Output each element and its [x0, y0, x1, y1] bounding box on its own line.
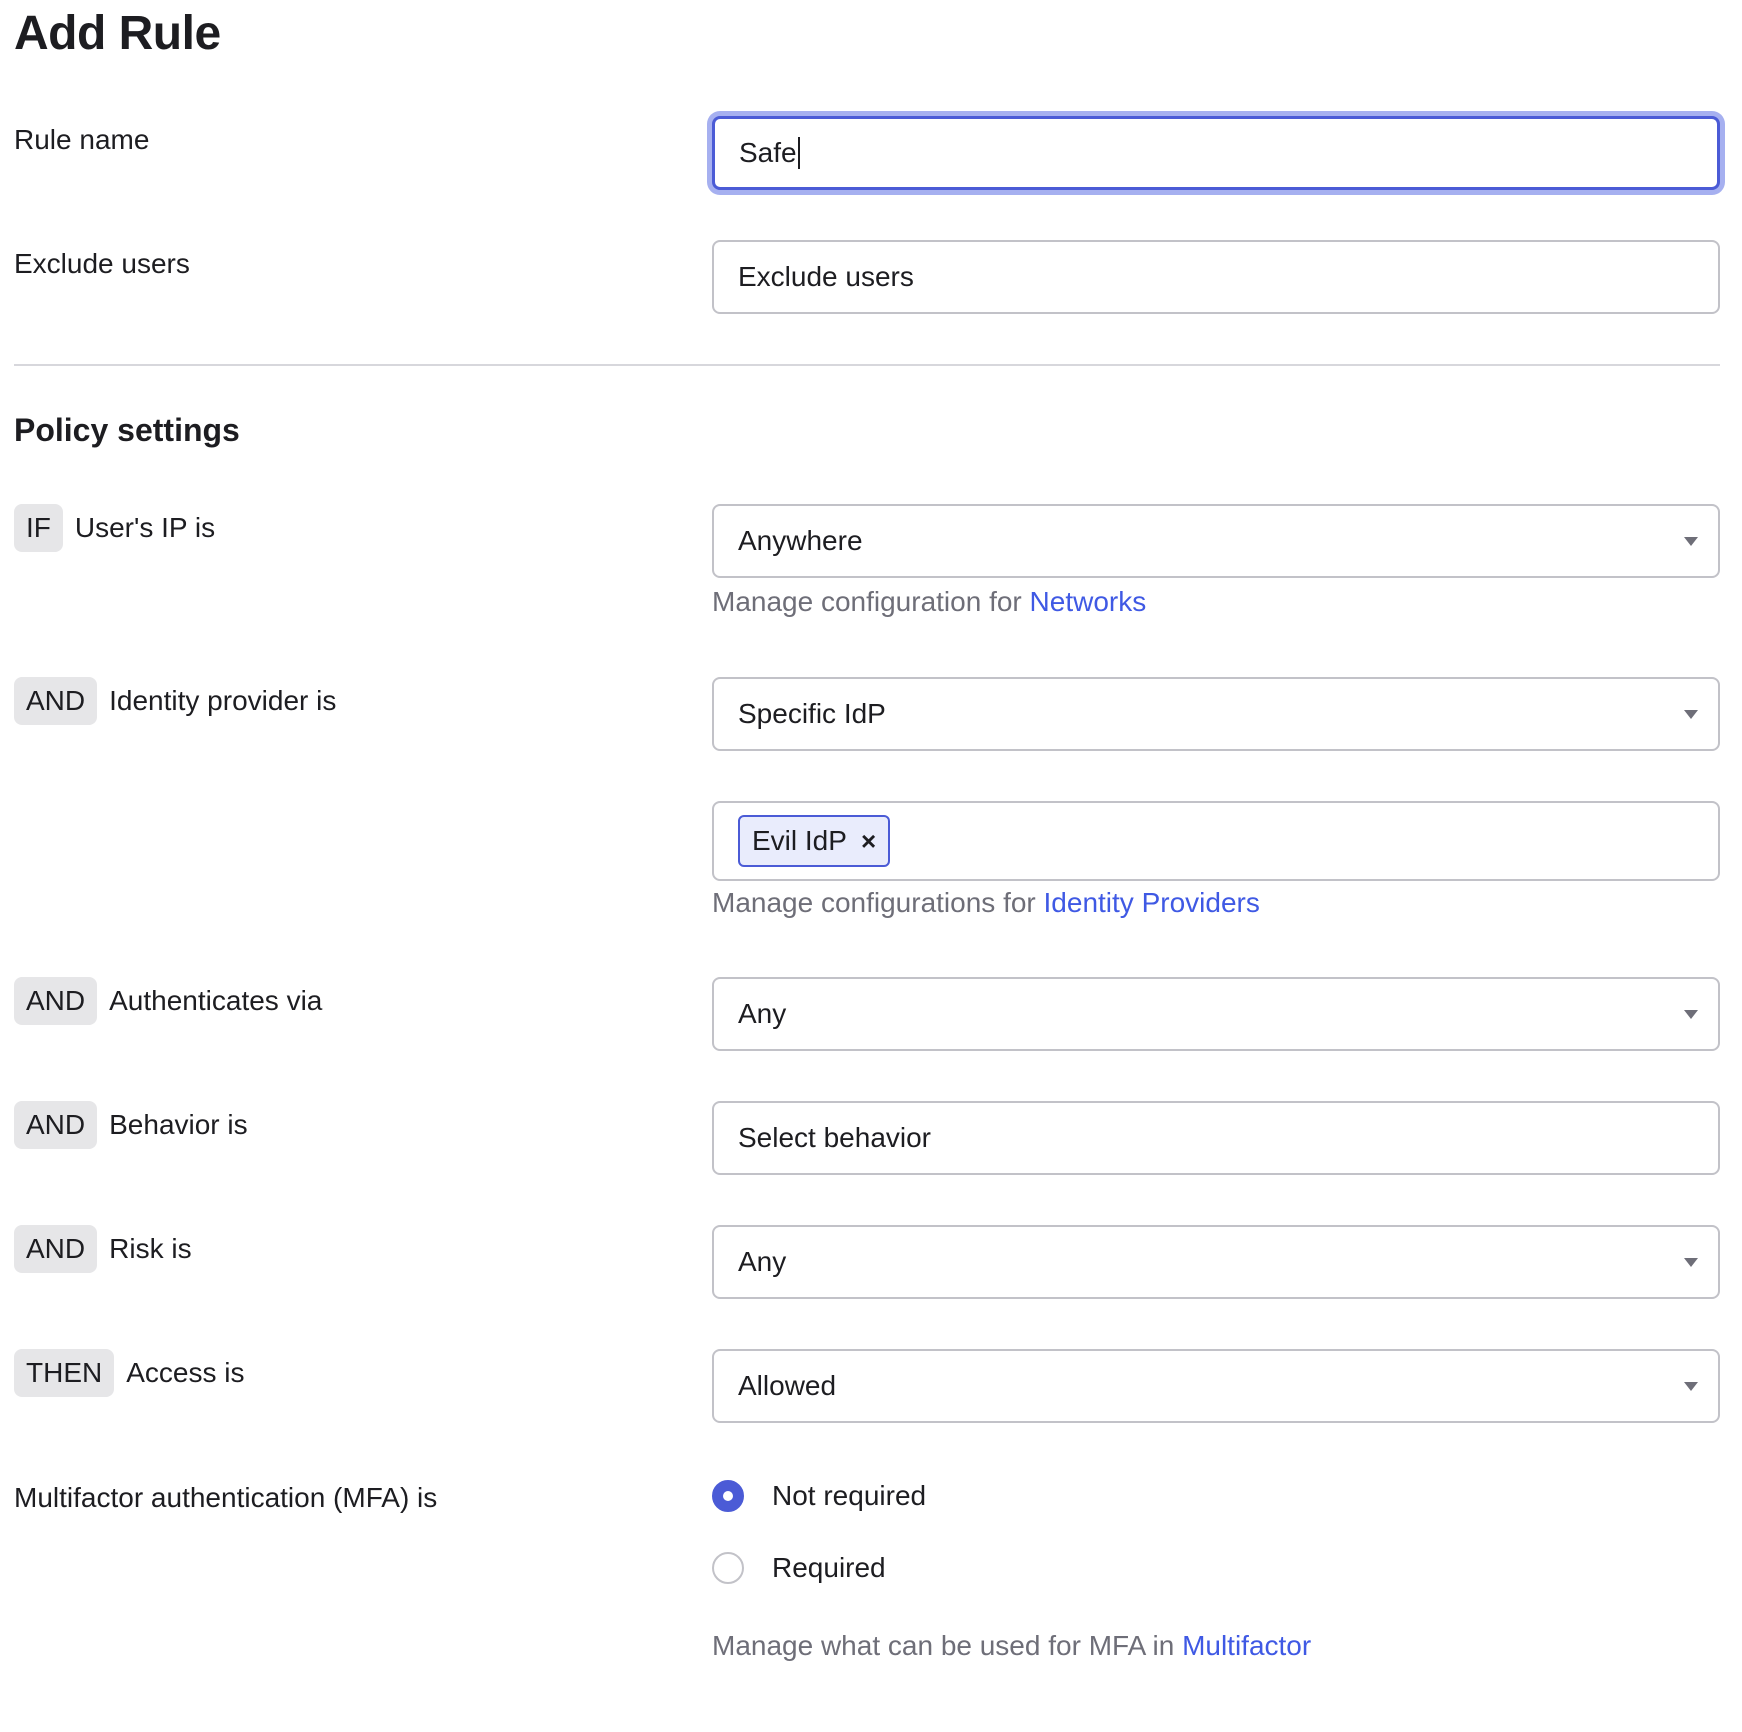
rule-name-label-text: Rule name: [14, 124, 150, 155]
then-badge: THEN: [14, 1349, 115, 1397]
networks-link[interactable]: Networks: [1030, 586, 1147, 617]
behavior-condition-label: AND Behavior is: [14, 1101, 248, 1149]
if-badge: IF: [14, 504, 63, 552]
idp-select[interactable]: Specific IdP: [712, 677, 1720, 751]
risk-condition-label: AND Risk is: [14, 1225, 192, 1273]
chevron-down-icon: [1684, 1258, 1698, 1267]
rule-name-label: Rule name: [14, 118, 149, 162]
and-badge: AND: [14, 677, 98, 725]
add-rule-page: Add Rule Rule name Safe Exclude users Ex…: [0, 0, 1742, 1732]
ip-select[interactable]: Anywhere: [712, 504, 1720, 578]
identity-providers-link[interactable]: Identity Providers: [1044, 887, 1260, 918]
auth-select[interactable]: Any: [712, 977, 1720, 1051]
idp-chip-label: Evil IdP: [752, 825, 847, 856]
mfa-option-label: Required: [772, 1552, 886, 1583]
text-caret: [797, 137, 800, 169]
networks-helper-text: Manage configuration for: [712, 586, 1030, 617]
mfa-label: Multifactor authentication (MFA) is: [14, 1476, 437, 1520]
rule-name-input[interactable]: Safe: [712, 116, 1720, 190]
mfa-option-label: Not required: [772, 1480, 927, 1511]
risk-select-value: Any: [738, 1246, 787, 1277]
and-badge: AND: [14, 977, 98, 1025]
idp-condition-label: AND Identity provider is: [14, 677, 336, 725]
access-label-text: Access is: [126, 1357, 245, 1388]
section-divider: [14, 364, 1720, 366]
auth-condition-label: AND Authenticates via: [14, 977, 322, 1025]
chevron-down-icon: [1684, 1010, 1698, 1019]
ip-label-text: User's IP is: [74, 512, 216, 543]
and-badge: AND: [14, 1101, 98, 1149]
idp-helper: Manage configurations for Identity Provi…: [712, 887, 1260, 919]
chevron-down-icon: [1684, 537, 1698, 546]
chevron-down-icon: [1684, 1382, 1698, 1391]
auth-select-value: Any: [738, 998, 787, 1029]
idp-label-text: Identity provider is: [109, 685, 337, 716]
mfa-label-text: Multifactor authentication (MFA) is: [14, 1482, 438, 1513]
ip-select-value: Anywhere: [738, 525, 863, 556]
radio-unchecked-icon[interactable]: [712, 1552, 744, 1584]
idp-helper-text: Manage configurations for: [712, 887, 1044, 918]
risk-label-text: Risk is: [109, 1233, 192, 1264]
policy-settings-title: Policy settings: [14, 412, 240, 448]
ip-condition-label: IF User's IP is: [14, 504, 215, 552]
idp-select-value: Specific IdP: [738, 698, 886, 729]
idp-multiselect[interactable]: Evil IdP ×: [712, 801, 1720, 881]
exclude-users-label: Exclude users: [14, 242, 190, 286]
networks-helper: Manage configuration for Networks: [712, 586, 1146, 618]
exclude-users-label-text: Exclude users: [14, 248, 190, 279]
auth-label-text: Authenticates via: [109, 985, 323, 1016]
page-title: Add Rule: [14, 7, 221, 60]
access-select-value: Allowed: [738, 1370, 837, 1401]
exclude-users-input[interactable]: Exclude users: [712, 240, 1720, 314]
access-select[interactable]: Allowed: [712, 1349, 1720, 1423]
behavior-input[interactable]: Select behavior: [712, 1101, 1720, 1175]
chevron-down-icon: [1684, 710, 1698, 719]
behavior-placeholder: Select behavior: [738, 1122, 932, 1153]
access-condition-label: THEN Access is: [14, 1349, 244, 1397]
risk-select[interactable]: Any: [712, 1225, 1720, 1299]
close-icon[interactable]: ×: [861, 826, 876, 857]
and-badge: AND: [14, 1225, 98, 1273]
multifactor-link[interactable]: Multifactor: [1182, 1630, 1311, 1661]
exclude-users-placeholder: Exclude users: [738, 261, 914, 292]
behavior-label-text: Behavior is: [109, 1109, 248, 1140]
mfa-option-required[interactable]: Required: [712, 1552, 886, 1584]
mfa-option-not-required[interactable]: Not required: [712, 1480, 926, 1512]
mfa-helper: Manage what can be used for MFA in Multi…: [712, 1630, 1311, 1662]
idp-chip: Evil IdP ×: [738, 815, 891, 867]
mfa-helper-text: Manage what can be used for MFA in: [712, 1630, 1183, 1661]
rule-name-value: Safe: [739, 137, 797, 168]
radio-checked-icon[interactable]: [712, 1480, 744, 1512]
